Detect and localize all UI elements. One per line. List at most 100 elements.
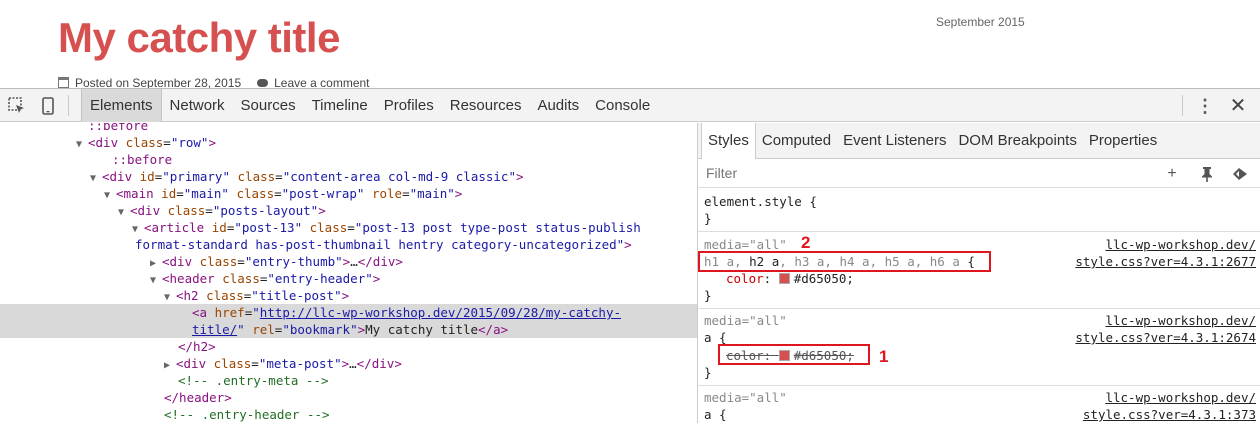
tab-dom-breakpoints[interactable]: DOM Breakpoints [952, 123, 1082, 159]
attr-value: title-post [258, 288, 335, 303]
attr-name: role [371, 186, 403, 201]
selected-tree-node-continuation[interactable]: title/" rel="bookmark">My catchy title</… [0, 321, 697, 338]
tag-name: h2 [183, 288, 199, 303]
tree-node[interactable]: ::before [0, 123, 697, 134]
tab-sources[interactable]: Sources [233, 89, 304, 122]
callout-number-2: 2 [801, 233, 811, 252]
tree-node[interactable]: ▼ <div id="primary" class="content-area c… [0, 168, 697, 185]
filter-bar: + [698, 159, 1260, 188]
href-link[interactable]: http://llc-wp-workshop.dev/2015/09/28/my… [260, 305, 621, 320]
device-mode-icon[interactable] [38, 96, 58, 116]
tree-node[interactable]: ::before [0, 151, 697, 168]
tree-node[interactable]: ▶ <div class="meta-post">…</div> [0, 355, 697, 372]
tab-elements[interactable]: Elements [81, 89, 162, 122]
tab-console[interactable]: Console [587, 89, 658, 122]
toolbar-divider [1182, 95, 1183, 116]
closing-tag: /h2 [185, 339, 209, 354]
tree-node[interactable]: <!-- .entry-header --> [0, 406, 697, 423]
attr-name: class [236, 186, 275, 201]
attr-value: content-area col-md-9 classic [290, 169, 509, 184]
tag-name: article [151, 220, 205, 235]
color-swatch-icon[interactable] [778, 273, 790, 284]
post-title[interactable]: My catchy title [58, 14, 340, 62]
html-comment: <!-- .entry-meta --> [178, 373, 329, 388]
inspect-element-icon[interactable] [7, 96, 27, 116]
tab-resources[interactable]: Resources [442, 89, 530, 122]
tag-name: main [123, 186, 154, 201]
attr-name: id [139, 169, 155, 184]
collapsed-ellipsis[interactable]: … [349, 356, 357, 371]
tree-node-continuation[interactable]: format-standard has-post-thumbnail hentr… [0, 236, 697, 253]
attr-value: meta-post [266, 356, 335, 371]
node-text: My catchy title [365, 322, 479, 337]
css-selector[interactable]: a { [704, 406, 727, 423]
tree-node[interactable]: ▼ <header class="entry-header"> [0, 270, 697, 287]
selected-tree-node[interactable]: <a href="http://llc-wp-workshop.dev/2015… [0, 304, 697, 321]
tree-node[interactable]: ▼ <article id="post-13" class="post-13 po… [0, 219, 697, 236]
attr-name: id [161, 186, 177, 201]
attr-name: class [199, 254, 238, 269]
pin-icon[interactable] [1198, 165, 1216, 183]
archive-date-link[interactable]: September 2015 [936, 15, 1025, 29]
tree-node[interactable]: ▶ <div class="entry-thumb">…</div> [0, 253, 697, 270]
styles-sidebar: Styles Computed Event Listeners DOM Brea… [697, 123, 1260, 423]
tab-audits[interactable]: Audits [529, 89, 587, 122]
tree-node[interactable]: </h2> [0, 338, 697, 355]
element-style-selector[interactable]: element.style { [704, 193, 817, 210]
media-query-label: media="all" [704, 313, 787, 328]
callout-box-1 [718, 344, 870, 365]
attr-name: class [222, 271, 260, 286]
attr-value: post-wrap [289, 186, 357, 201]
tree-node[interactable]: <!-- .entry-meta --> [0, 372, 697, 389]
pseudo-element: ::before [112, 152, 173, 167]
tag-name: div [137, 203, 161, 218]
tab-network[interactable]: Network [162, 89, 233, 122]
tab-timeline[interactable]: Timeline [304, 89, 376, 122]
href-link[interactable]: title/ [192, 322, 237, 337]
tag-name: div [372, 254, 396, 269]
attr-name: class [125, 135, 164, 150]
attr-value: row [178, 135, 201, 150]
closing-tag: /header [171, 390, 225, 405]
attr-name: id [211, 220, 227, 235]
tree-node[interactable]: ▼ <div class="posts-layout"> [0, 202, 697, 219]
tab-computed[interactable]: Computed [756, 123, 837, 159]
calendar-icon [58, 77, 69, 88]
stylesheet-link[interactable]: style.css?ver=4.3.1:2677 [1075, 253, 1256, 270]
tree-node[interactable]: ▼ <main id="main" class="post-wrap" role=… [0, 185, 697, 202]
stylesheet-link[interactable]: llc-wp-workshop.dev/ [1105, 236, 1256, 253]
attr-value: format-standard has-post-thumbnail hentr… [135, 237, 617, 252]
collapsed-ellipsis[interactable]: … [350, 254, 358, 269]
rule-divider [698, 385, 1260, 386]
styles-filter-input[interactable] [698, 159, 1138, 187]
tree-node[interactable]: </header> [0, 389, 697, 406]
toolbar-divider [68, 95, 69, 116]
toggle-element-state-icon[interactable] [1231, 165, 1249, 183]
attr-value: post-13 [241, 220, 295, 235]
attr-name: class [309, 220, 348, 235]
attr-name: href [214, 305, 245, 320]
tab-event-listeners[interactable]: Event Listeners [837, 123, 952, 159]
rule-close-brace: } [704, 288, 712, 303]
tree-node[interactable]: ▼ <div class="row"> [0, 134, 697, 151]
html-comment: <!-- .entry-header --> [164, 407, 330, 422]
customize-menu-icon[interactable]: ⋮ [1196, 97, 1214, 115]
css-declaration[interactable]: color: #d65050; [726, 270, 854, 287]
attr-value: posts-layout [220, 203, 311, 218]
new-style-rule-icon[interactable]: + [1163, 165, 1181, 183]
tab-properties[interactable]: Properties [1083, 123, 1163, 159]
attr-name: rel [252, 322, 275, 337]
close-devtools-icon[interactable]: ✕ [1228, 96, 1248, 116]
tree-node[interactable]: ▼ <h2 class="title-post"> [0, 287, 697, 304]
attr-value: entry-header [274, 271, 366, 286]
attr-value: main [191, 186, 222, 201]
stylesheet-link[interactable]: style.css?ver=4.3.1:2674 [1075, 329, 1256, 346]
tab-profiles[interactable]: Profiles [376, 89, 442, 122]
tab-styles[interactable]: Styles [701, 123, 756, 159]
property-value[interactable]: #d65050 [794, 271, 847, 286]
property-name[interactable]: color [726, 271, 764, 286]
devtools-tabs: Elements Network Sources Timeline Profil… [81, 89, 658, 122]
stylesheet-link[interactable]: llc-wp-workshop.dev/ [1105, 312, 1256, 329]
stylesheet-link[interactable]: style.css?ver=4.3.1:373 [1083, 406, 1256, 423]
stylesheet-link[interactable]: llc-wp-workshop.dev/ [1105, 389, 1256, 406]
